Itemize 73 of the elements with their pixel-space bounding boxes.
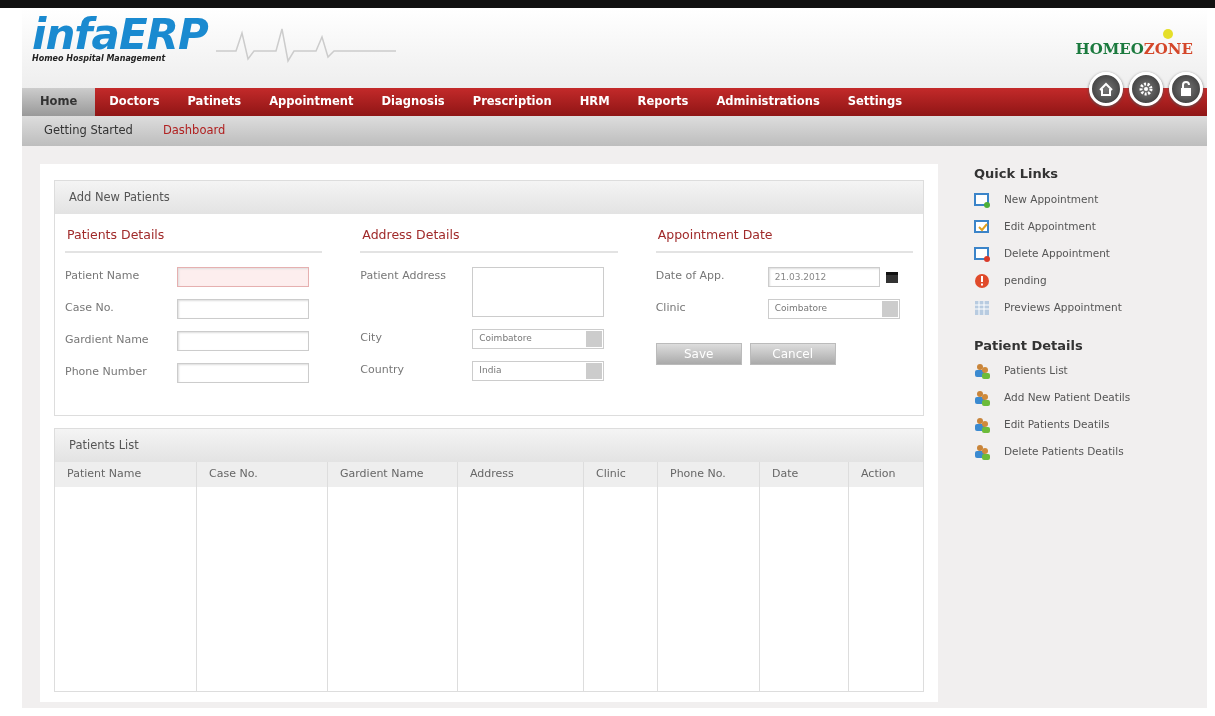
logo-tagline: Homeo Hospital Management (32, 54, 167, 63)
column-header: Case No. (197, 462, 327, 487)
nav-tab[interactable]: Reports (623, 88, 703, 116)
nav-tab[interactable]: Appointment (255, 88, 368, 116)
nav-tab[interactable]: Administrations (702, 88, 834, 116)
nav-tab[interactable]: Patinets (173, 88, 256, 116)
sidebar-link[interactable]: Previews Appointment (974, 299, 1122, 316)
panel-title: Add New Patients (55, 181, 923, 215)
dropdown-field[interactable]: Coimbatore (767, 299, 900, 319)
gear-icon (1138, 81, 1154, 97)
column-header: Patient Name (55, 462, 196, 487)
column-header: Phone No. (658, 462, 759, 487)
lock-icon (1178, 81, 1194, 97)
alert-icon (974, 272, 990, 289)
field-label: Clinic (655, 300, 687, 316)
input-field[interactable] (177, 299, 309, 319)
field-label: Gardient Name (65, 332, 150, 348)
sidebar-link[interactable]: pending (974, 272, 1047, 289)
column-header: Address (458, 462, 583, 487)
field-label: Case No. (65, 300, 115, 316)
gear-button[interactable] (1129, 72, 1163, 106)
column-header: Gardient Name (328, 462, 457, 487)
calendar-icon (885, 271, 898, 283)
input-field[interactable] (177, 267, 309, 287)
field-label: Date of App. (655, 268, 726, 284)
panel-title: Patients List (55, 429, 923, 463)
field-label: City (360, 330, 383, 346)
address-field[interactable] (472, 267, 605, 317)
nav-tab[interactable]: Settings (833, 88, 917, 116)
nav-tab[interactable]: Prescription (458, 88, 566, 116)
dropdown-field[interactable]: India (472, 361, 605, 381)
nav-tab[interactable]: Home (22, 88, 96, 116)
section-title: Address Details (360, 226, 618, 253)
brand-logo-text: HOMEO (1075, 40, 1144, 58)
home-icon (1098, 81, 1114, 97)
column-header: Date (760, 462, 848, 487)
calendar-icon (974, 299, 990, 316)
dropdown-field[interactable]: Coimbatore (472, 329, 605, 349)
people-icon (974, 363, 990, 379)
sidebar-link[interactable]: New Appointment (974, 191, 1099, 208)
subnav-link[interactable]: Getting Started (44, 122, 133, 140)
people-icon (974, 417, 990, 433)
nav-tab[interactable]: Diagnosis (367, 88, 459, 116)
column-header: Clinic (584, 462, 657, 487)
sidebar-heading: Quick Links (974, 165, 1060, 183)
calendar-add-icon (974, 191, 990, 208)
nav-tab[interactable]: HRM (565, 88, 624, 116)
sidebar-link[interactable]: Delete Appointment (974, 245, 1110, 262)
date-field[interactable]: 21.03.2012 (767, 267, 880, 287)
sidebar-heading: Patient Details (974, 336, 1084, 355)
sidebar-link[interactable]: Add New Patient Deatils (974, 390, 1131, 406)
sidebar-link[interactable]: Edit Appointment (974, 218, 1096, 235)
field-label: Patient Name (65, 268, 141, 284)
people-icon (974, 390, 990, 406)
section-title: Appointment Date (655, 226, 913, 253)
subnav-link[interactable]: Dashboard (162, 122, 226, 140)
input-field[interactable] (177, 363, 309, 383)
input-field[interactable] (177, 331, 309, 351)
brand-logo-text: ZONE (1143, 40, 1193, 58)
home-button[interactable] (1089, 72, 1123, 106)
sidebar-link[interactable]: Patients List (974, 363, 1068, 379)
sidebar-link[interactable]: Delete Patients Deatils (974, 444, 1124, 460)
field-label: Patient Address (360, 268, 447, 284)
lock-button[interactable] (1169, 72, 1203, 106)
nav-tab[interactable]: Doctors (95, 88, 174, 116)
field-label: Phone Number (65, 364, 148, 380)
sidebar-link[interactable]: Edit Patients Deatils (974, 417, 1110, 433)
field-label: Country (360, 362, 406, 378)
calendar-edit-icon (974, 218, 990, 235)
calendar-delete-icon (974, 245, 990, 262)
section-title: Patients Details (65, 226, 323, 253)
column-header: Action (849, 462, 923, 487)
people-icon (974, 444, 990, 460)
